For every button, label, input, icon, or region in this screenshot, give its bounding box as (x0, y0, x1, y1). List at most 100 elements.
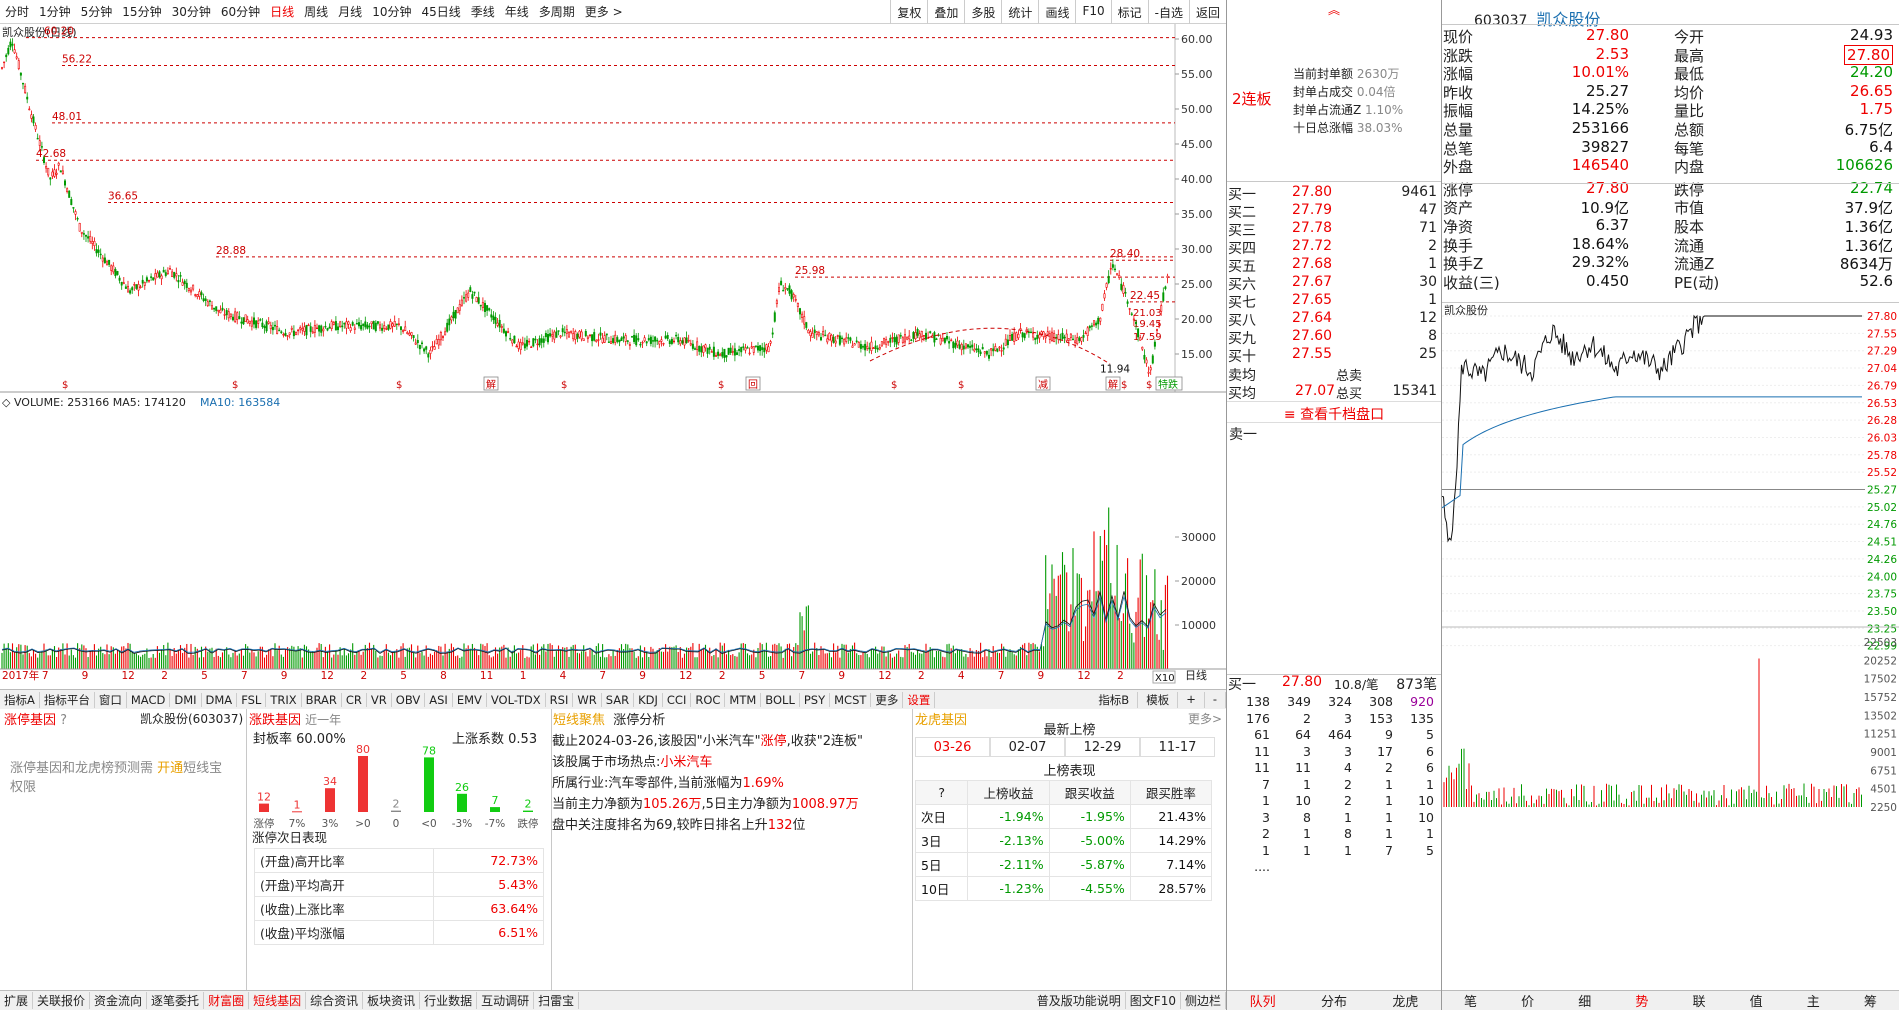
bid-row[interactable]: 买四 27.72 2 (1226, 238, 1441, 257)
bottom-tab-10[interactable]: 扫雷宝 (534, 992, 580, 1009)
longhu-date-tab[interactable]: 11-17 (1140, 737, 1215, 757)
indicator-tab-20[interactable]: ROC (691, 692, 726, 707)
chart-button-4[interactable]: 画线 (1038, 0, 1075, 24)
bid-row[interactable]: 买六 27.67 30 (1226, 274, 1441, 293)
view-1000-button[interactable]: ≡ 查看千档盘口 (1227, 401, 1441, 423)
chart-button-3[interactable]: 统计 (1001, 0, 1038, 24)
indicator-tab-25[interactable]: 更多 (871, 691, 904, 708)
period-tab-2[interactable]: 5分钟 (76, 3, 118, 20)
period-tab-8[interactable]: 月线 (333, 3, 367, 20)
indicator-tab-5[interactable]: DMA (202, 692, 238, 707)
period-tab-4[interactable]: 30分钟 (167, 3, 216, 20)
orderbook-tab-0[interactable]: 队列 (1227, 991, 1298, 1010)
indicator-right-1[interactable]: 模板 (1138, 691, 1179, 708)
period-tab-12[interactable]: 年线 (500, 3, 534, 20)
period-tab-0[interactable]: 分时 (0, 3, 34, 20)
period-tab-11[interactable]: 季线 (466, 3, 500, 20)
chart-button-6[interactable]: 标记 (1110, 0, 1148, 24)
bid-row[interactable]: 买十 27.55 25 (1226, 346, 1441, 365)
period-tab-9[interactable]: 10分钟 (367, 3, 416, 20)
indicator-right-3[interactable]: - (1205, 691, 1226, 708)
quote-tab-3[interactable]: 势 (1613, 991, 1670, 1010)
tab-short-focus[interactable]: 短线聚焦 (553, 713, 605, 728)
zd-gene-title[interactable]: 涨跌基因 (249, 713, 301, 728)
tab-zt-analysis[interactable]: 涨停分析 (613, 713, 665, 728)
bid-row[interactable]: 买五 27.68 1 (1226, 256, 1441, 275)
indicator-tab-18[interactable]: KDJ (634, 692, 663, 707)
bid-row[interactable]: 买七 27.65 1 (1226, 292, 1441, 311)
bottom-tab-2[interactable]: 资金流向 (90, 992, 148, 1009)
orderbook-tab-1[interactable]: 分布 (1298, 991, 1369, 1010)
bid-row[interactable]: 买二 27.79 47 (1226, 202, 1441, 221)
period-tab-3[interactable]: 15分钟 (117, 3, 166, 20)
indicator-tab-6[interactable]: FSL (237, 692, 267, 707)
bottom-right-1[interactable]: 图文F10 (1126, 992, 1181, 1009)
indicator-tab-21[interactable]: MTM (725, 692, 762, 707)
indicator-tab-12[interactable]: ASI (425, 692, 453, 707)
indicator-right-0[interactable]: 指标B (1090, 691, 1139, 708)
bottom-tab-0[interactable]: 扩展 (0, 992, 34, 1009)
indicator-right-2[interactable]: + (1178, 691, 1205, 708)
indicator-tab-11[interactable]: OBV (392, 692, 426, 707)
intraday-chart[interactable]: 凯众股份 27.80 27.55 27.29 27.04 26.79 26.53 26.28 2… (1442, 302, 1899, 990)
quote-tab-1[interactable]: 价 (1499, 991, 1556, 1010)
chart-button-5[interactable]: F10 (1075, 0, 1110, 24)
indicator-tab-22[interactable]: BOLL (761, 692, 800, 707)
longhu-date-tab[interactable]: 03-26 (915, 737, 990, 757)
help-icon[interactable]: ? (60, 713, 67, 728)
indicator-tab-10[interactable]: VR (367, 692, 392, 707)
quote-tab-0[interactable]: 笔 (1442, 991, 1499, 1010)
indicator-tab-14[interactable]: VOL-TDX (487, 692, 546, 707)
bottom-tab-3[interactable]: 逐笔委托 (147, 992, 205, 1009)
bid-row[interactable]: 买九 27.60 8 (1226, 328, 1441, 347)
bottom-tab-1[interactable]: 关联报价 (33, 992, 91, 1009)
quote-tab-4[interactable]: 联 (1671, 991, 1728, 1010)
bottom-tab-5[interactable]: 短线基因 (249, 992, 307, 1009)
chart-button-1[interactable]: 叠加 (927, 0, 964, 24)
bottom-tab-6[interactable]: 综合资讯 (306, 992, 364, 1009)
indicator-tab-16[interactable]: WR (573, 692, 602, 707)
chart-button-2[interactable]: 多股 (964, 0, 1001, 24)
chart-button-7[interactable]: -自选 (1147, 0, 1189, 24)
bottom-tab-4[interactable]: 财富圈 (204, 992, 250, 1009)
hot-topic-link[interactable]: 小米汽车 (660, 755, 712, 770)
period-tab-14[interactable]: 更多 > (580, 3, 628, 20)
bottom-tab-9[interactable]: 互动调研 (477, 992, 535, 1009)
indicator-tab-17[interactable]: SAR (602, 692, 635, 707)
indicator-tab-3[interactable]: MACD (127, 692, 171, 707)
indicator-tab-8[interactable]: BRAR (302, 692, 342, 707)
indicator-tab-23[interactable]: PSY (800, 692, 831, 707)
quote-tab-7[interactable]: 筹 (1842, 991, 1899, 1010)
period-tab-6[interactable]: 日线 (265, 3, 299, 20)
indicator-tab-26[interactable]: 设置 (903, 691, 936, 708)
open-link[interactable]: 开通 (157, 761, 183, 776)
bid-row[interactable]: 买三 27.78 71 (1226, 220, 1441, 239)
zt-gene-title[interactable]: 涨停基因 (4, 713, 56, 728)
longhu-date-tab[interactable]: 02-07 (990, 737, 1065, 757)
indicator-tab-0[interactable]: 指标A (0, 691, 40, 708)
period-tab-13[interactable]: 多周期 (534, 3, 580, 20)
indicator-tab-19[interactable]: CCI (663, 692, 692, 707)
indicator-tab-2[interactable]: 窗口 (95, 691, 127, 708)
orderbook-tab-2[interactable]: 龙虎 (1370, 991, 1441, 1010)
period-tab-7[interactable]: 周线 (299, 3, 333, 20)
bottom-tab-8[interactable]: 行业数据 (420, 992, 478, 1009)
indicator-tab-9[interactable]: CR (342, 692, 367, 707)
indicator-tab-1[interactable]: 指标平台 (40, 691, 95, 708)
quote-tab-6[interactable]: 主 (1785, 991, 1842, 1010)
chart-button-0[interactable]: 复权 (890, 0, 927, 24)
indicator-tab-24[interactable]: MCST (830, 692, 872, 707)
longhu-date-tab[interactable]: 12-29 (1065, 737, 1140, 757)
bottom-tab-7[interactable]: 板块资讯 (363, 992, 421, 1009)
indicator-tab-7[interactable]: TRIX (266, 692, 302, 707)
bid-row[interactable]: 买一 27.80 9461 (1226, 184, 1441, 203)
bid-row[interactable]: 买八 27.64 12 (1226, 310, 1441, 329)
chart-button-8[interactable]: 返回 (1188, 0, 1226, 24)
period-tab-10[interactable]: 45日线 (416, 3, 465, 20)
bottom-right-2[interactable]: 侧边栏 (1181, 992, 1226, 1009)
indicator-tab-4[interactable]: DMI (170, 692, 202, 707)
quote-tab-2[interactable]: 细 (1556, 991, 1613, 1010)
indicator-tab-13[interactable]: EMV (453, 692, 487, 707)
bottom-right-0[interactable]: 普及版功能说明 (1033, 992, 1126, 1009)
period-tab-1[interactable]: 1分钟 (34, 3, 76, 20)
